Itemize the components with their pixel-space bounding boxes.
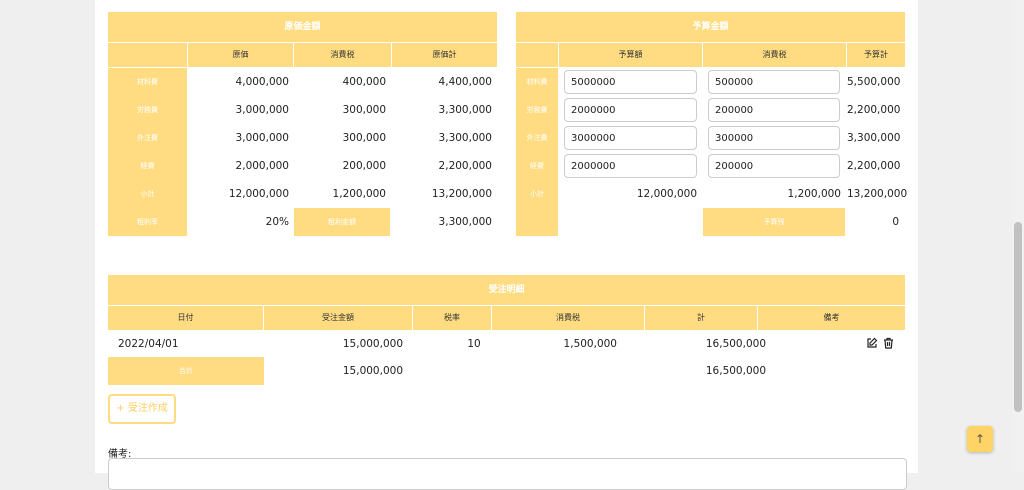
cost-row-label: 材料費 (108, 68, 187, 96)
orders-panel-title: 受注明細 (108, 275, 905, 305)
budget-remain-label: 予算残 (703, 208, 845, 236)
cost-row-label: 労務費 (108, 96, 187, 124)
orders-panel: 受注明細 日付 受注金額 税率 消費税 計 備考 2022/04/01 15,0… (108, 275, 905, 385)
cost-row-cost: 12,000,000 (228, 188, 289, 200)
add-order-button[interactable]: + 受注作成 (108, 394, 176, 424)
budget-row-total: 2,200,000 (847, 160, 901, 172)
arrow-up-icon: ↑ (974, 432, 986, 446)
cost-row-tax: 1,200,000 (332, 188, 386, 200)
budget-tax-input[interactable] (708, 126, 840, 150)
order-row-date: 2022/04/01 (118, 338, 179, 350)
cost-row-cost: 4,000,000 (235, 76, 289, 88)
cost-row-total: 13,200,000 (431, 188, 492, 200)
cost-row-total: 3,300,000 (438, 132, 492, 144)
budget-subtotal-amount: 12,000,000 (636, 188, 697, 200)
orders-col-amount: 受注金額 (264, 306, 412, 330)
budget-col-amount: 予算額 (559, 43, 702, 67)
order-row-tax: 1,500,000 (563, 338, 617, 350)
cost-row-tax: 200,000 (342, 160, 386, 172)
cost-col-tax: 消費税 (294, 43, 391, 67)
budget-col-total: 予算計 (847, 43, 905, 67)
budget-row-label: 材料費 (516, 68, 558, 96)
budget-subtotal-label: 小計 (516, 180, 558, 208)
scrollbar-thumb[interactable] (1014, 222, 1022, 412)
orders-col-date: 日付 (108, 306, 263, 330)
scroll-top-button[interactable]: ↑ (967, 426, 993, 452)
budget-subtotal-total: 13,200,000 (847, 188, 908, 200)
delete-icon[interactable] (883, 337, 894, 349)
cost-row-label: 小計 (108, 180, 187, 208)
page-scrollbar[interactable] (1012, 0, 1024, 473)
cost-row-tax: 300,000 (342, 104, 386, 116)
cost-row-cost: 2,000,000 (235, 160, 289, 172)
cost-row-cost: 3,000,000 (235, 104, 289, 116)
orders-col-total: 計 (645, 306, 757, 330)
orders-sum-total: 16,500,000 (705, 365, 766, 377)
profit-rate-label: 粗利率 (108, 208, 187, 236)
cost-panel-title: 原価金額 (108, 12, 497, 42)
budget-col-tax: 消費税 (703, 43, 846, 67)
budget-remain-blank (516, 208, 558, 236)
cost-row-total: 3,300,000 (438, 104, 492, 116)
budget-tax-input[interactable] (708, 154, 840, 178)
budget-amount-input[interactable] (564, 154, 697, 178)
cost-row-total: 4,400,000 (438, 76, 492, 88)
cost-col-total: 原価計 (392, 43, 497, 67)
budget-row-label: 外注費 (516, 124, 558, 152)
budget-amount-input[interactable] (564, 70, 697, 94)
cost-col-cost: 原価 (188, 43, 293, 67)
notes-textarea[interactable] (108, 458, 907, 490)
edit-icon[interactable] (866, 337, 878, 349)
orders-sum-amount: 15,000,000 (342, 365, 403, 377)
cost-row-total: 2,200,000 (438, 160, 492, 172)
budget-row-total: 3,300,000 (847, 132, 901, 144)
budget-panel: 予算金額 予算額 消費税 予算計 材料費 5,500,000 労務費 2,200… (516, 12, 908, 237)
budget-label-col-head (516, 43, 558, 67)
budget-row-total: 2,200,000 (847, 104, 901, 116)
cost-row-label: 経費 (108, 152, 187, 180)
cost-row-tax: 300,000 (342, 132, 386, 144)
profit-amount-value: 3,300,000 (438, 216, 492, 228)
budget-amount-input[interactable] (564, 98, 697, 122)
orders-col-notes: 備考 (758, 306, 905, 330)
profit-rate-value: 20% (265, 216, 289, 228)
cost-panel: 原価金額 原価 消費税 原価計 材料費 4,000,000 400,000 4,… (108, 12, 497, 237)
orders-sum-label: 合計 (108, 357, 264, 385)
cost-label-col-head (108, 43, 187, 67)
order-row-amount: 15,000,000 (342, 338, 403, 350)
budget-amount-input[interactable] (564, 126, 697, 150)
profit-amount-label: 粗利金額 (294, 208, 390, 236)
budget-row-label: 経費 (516, 152, 558, 180)
orders-col-rate: 税率 (413, 306, 491, 330)
budget-row-total: 5,500,000 (847, 76, 901, 88)
budget-row-label: 労務費 (516, 96, 558, 124)
budget-remain-value: 0 (892, 216, 899, 228)
cost-row-label: 外注費 (108, 124, 187, 152)
cost-row-tax: 400,000 (342, 76, 386, 88)
budget-tax-input[interactable] (708, 70, 840, 94)
budget-panel-title: 予算金額 (516, 12, 905, 42)
budget-tax-input[interactable] (708, 98, 840, 122)
budget-subtotal-tax: 1,200,000 (787, 188, 841, 200)
orders-col-tax: 消費税 (492, 306, 644, 330)
order-row-total: 16,500,000 (705, 338, 766, 350)
cost-row-cost: 3,000,000 (235, 132, 289, 144)
